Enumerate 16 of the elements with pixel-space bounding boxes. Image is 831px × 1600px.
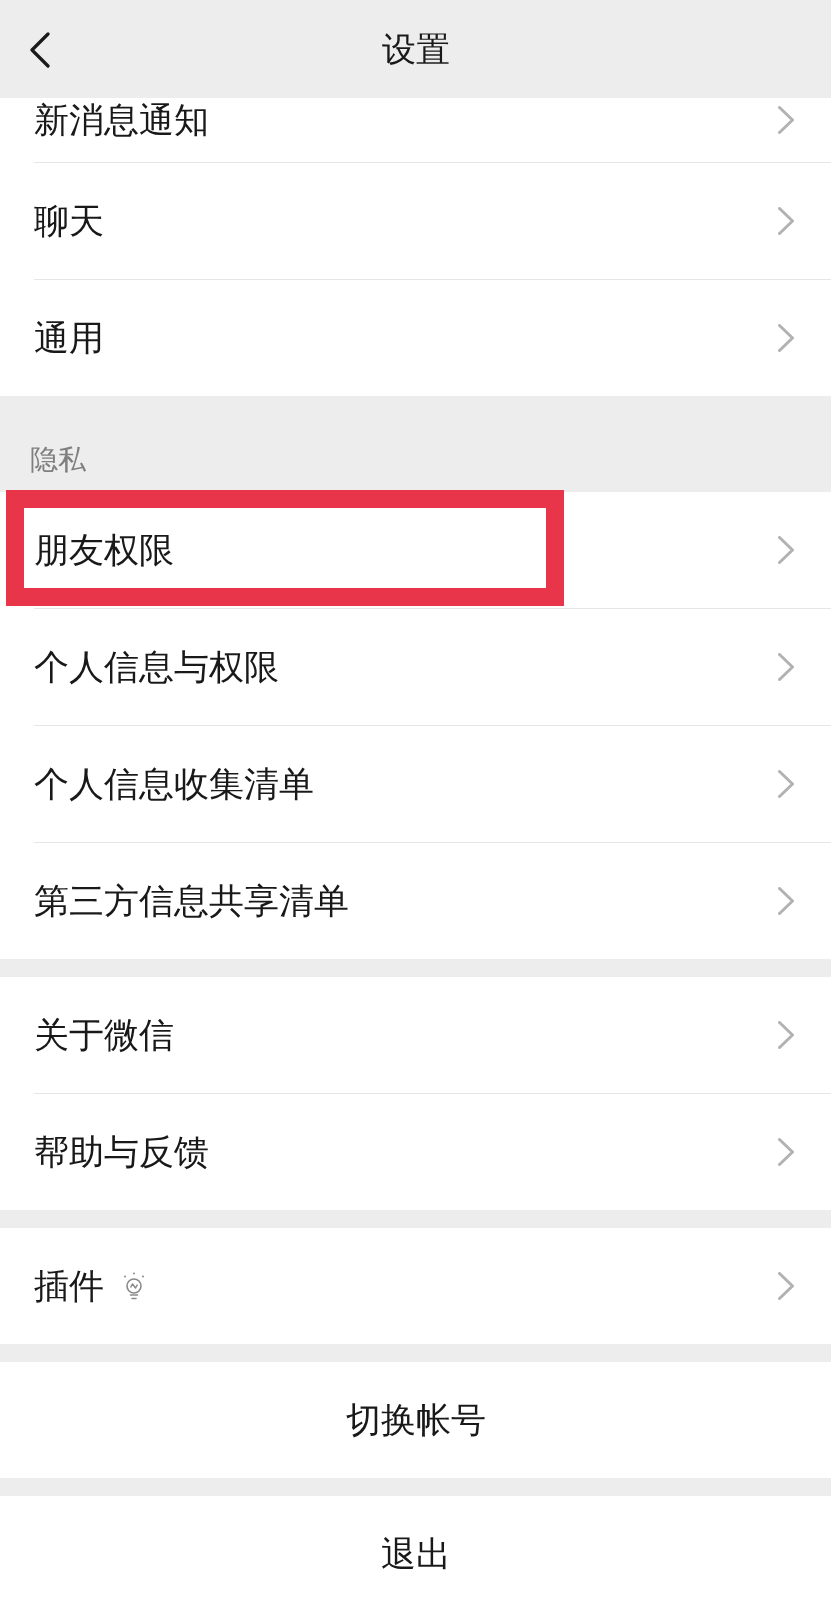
chevron-icon (778, 536, 794, 564)
chevron-icon (778, 770, 794, 798)
chevron-icon (778, 106, 794, 134)
chevron-icon (778, 207, 794, 235)
chevron-icon (778, 1138, 794, 1166)
chevron-icon (778, 1272, 794, 1300)
section-title: 隐私 (30, 444, 86, 476)
page-title: 设置 (381, 29, 450, 69)
action-button[interactable]: 切换帐号 (0, 1362, 831, 1478)
chevron-icon (778, 1021, 794, 1049)
chevron-icon (778, 324, 794, 352)
lightbulb-icon (122, 1272, 146, 1300)
chevron-icon (778, 653, 794, 681)
back-icon[interactable] (30, 32, 50, 68)
action-button[interactable]: 退出 (0, 1496, 831, 1600)
chevron-icon (778, 887, 794, 915)
